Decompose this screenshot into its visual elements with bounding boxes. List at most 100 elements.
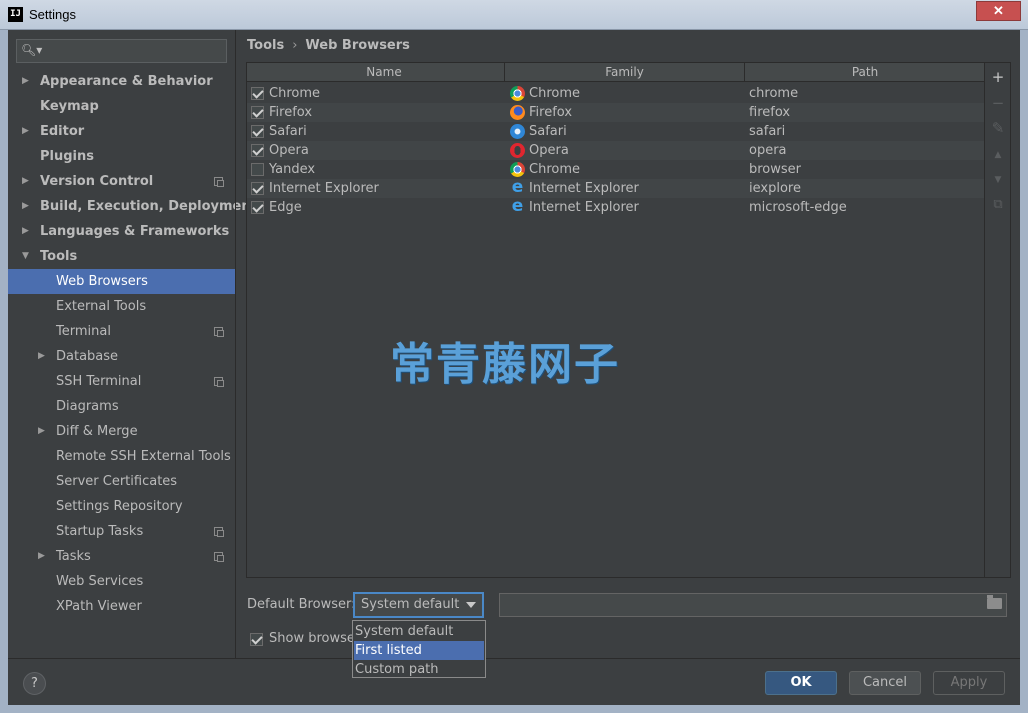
expand-right-icon[interactable]: ▶ <box>22 194 29 219</box>
sidebar-item-build-execution-deployment[interactable]: ▶ Build, Execution, Deployment <box>8 194 257 219</box>
browser-family-cell[interactable]: Firefox <box>529 103 572 122</box>
sidebar-item-ssh-terminal[interactable]: SSH Terminal <box>8 369 235 394</box>
browser-path-cell[interactable]: firefox <box>749 103 790 122</box>
browser-active-checkbox[interactable] <box>251 182 264 195</box>
table-row[interactable]: Opera Opera opera <box>247 141 985 160</box>
remove-browser-icon[interactable]: − <box>985 91 1011 115</box>
panel-splitter[interactable] <box>235 30 236 658</box>
chevron-down-icon <box>466 602 476 608</box>
sidebar-item-external-tools[interactable]: External Tools <box>8 294 235 319</box>
title-bar: IJ Settings ✕ <box>0 0 1028 30</box>
sidebar-item-languages-frameworks[interactable]: ▶ Languages & Frameworks <box>8 219 235 244</box>
browser-active-checkbox[interactable] <box>251 201 264 214</box>
browser-name-cell[interactable]: Safari <box>269 122 307 141</box>
browser-active-checkbox[interactable] <box>251 163 264 176</box>
default-browser-select[interactable]: System default <box>353 592 484 618</box>
table-row[interactable]: Chrome Chrome chrome <box>247 84 985 103</box>
cancel-button[interactable]: Cancel <box>849 671 921 695</box>
breadcrumb: Tools › Web Browsers <box>247 38 410 53</box>
browser-active-checkbox[interactable] <box>251 144 264 157</box>
browser-family-cell[interactable]: Chrome <box>529 84 580 103</box>
sidebar-item-tools[interactable]: ▼ Tools <box>8 244 235 269</box>
sidebar-item-web-services[interactable]: Web Services <box>8 569 235 594</box>
sidebar-item-label: Remote SSH External Tools <box>56 449 231 464</box>
move-down-icon[interactable]: ▼ <box>985 168 1011 192</box>
sidebar-item-database[interactable]: ▶ Database <box>8 344 235 369</box>
column-header-path[interactable]: Path <box>745 63 985 82</box>
browser-name-cell[interactable]: Yandex <box>269 160 315 179</box>
browser-name-cell[interactable]: Edge <box>269 198 302 217</box>
sidebar-item-settings-repository[interactable]: Settings Repository <box>8 494 235 519</box>
table-row[interactable]: Firefox Firefox firefox <box>247 103 985 122</box>
sidebar-item-keymap[interactable]: Keymap <box>8 94 235 119</box>
expand-right-icon[interactable]: ▶ <box>22 169 29 194</box>
sidebar-item-diff-merge[interactable]: ▶ Diff & Merge <box>8 419 235 444</box>
folder-icon[interactable] <box>987 595 1002 609</box>
expand-right-icon[interactable]: ▶ <box>22 219 29 244</box>
browser-family-cell[interactable]: Internet Explorer <box>529 179 639 198</box>
sidebar-item-diagrams[interactable]: Diagrams <box>8 394 235 419</box>
edit-browser-icon[interactable]: ✎ <box>985 116 1011 140</box>
add-browser-icon[interactable]: + <box>985 65 1011 89</box>
sidebar-item-xpath-viewer[interactable]: XPath Viewer <box>8 594 235 619</box>
browser-family-cell[interactable]: Safari <box>529 122 567 141</box>
checkbox-icon[interactable] <box>250 633 263 646</box>
browser-path-cell[interactable]: browser <box>749 160 801 179</box>
browser-family-cell[interactable]: Opera <box>529 141 569 160</box>
browser-active-checkbox[interactable] <box>251 87 264 100</box>
expand-right-icon[interactable]: ▶ <box>38 419 45 444</box>
breadcrumb-separator: › <box>292 38 298 53</box>
sidebar-item-remote-ssh-external-tools[interactable]: Remote SSH External Tools <box>8 444 235 469</box>
column-header-name[interactable]: Name <box>264 63 505 82</box>
close-window-button[interactable]: ✕ <box>976 1 1021 21</box>
copy-browser-icon[interactable]: ⧉ <box>985 193 1011 217</box>
table-row[interactable]: Internet Explorer e Internet Explorer iexpl… <box>247 179 985 198</box>
project-level-icon <box>214 377 224 387</box>
window-title: Settings <box>29 7 76 22</box>
dropdown-option[interactable]: System default <box>354 622 484 641</box>
expand-right-icon[interactable]: ▶ <box>38 544 45 569</box>
browser-name-cell[interactable]: Internet Explorer <box>269 179 379 198</box>
help-button[interactable]: ? <box>23 672 46 695</box>
dropdown-option[interactable]: First listed <box>354 641 484 660</box>
sidebar-item-startup-tasks[interactable]: Startup Tasks <box>8 519 235 544</box>
browser-name-cell[interactable]: Firefox <box>269 103 312 122</box>
sidebar-item-terminal[interactable]: Terminal <box>8 319 235 344</box>
sidebar-item-plugins[interactable]: Plugins <box>8 144 235 169</box>
browser-path-field[interactable] <box>499 593 1007 617</box>
sidebar-item-editor[interactable]: ▶ Editor <box>8 119 235 144</box>
sidebar-item-appearance-behavior[interactable]: ▶ Appearance & Behavior <box>8 69 235 94</box>
sidebar-item-web-browsers[interactable]: Web Browsers <box>8 269 235 294</box>
sidebar-item-label: SSH Terminal <box>56 374 142 389</box>
move-up-icon[interactable]: ▲ <box>985 143 1011 167</box>
browser-active-checkbox[interactable] <box>251 106 264 119</box>
settings-search-input[interactable]: 🔍︎▾ <box>16 39 227 63</box>
apply-button[interactable]: Apply <box>933 671 1005 695</box>
sidebar-item-tasks[interactable]: ▶ Tasks <box>8 544 235 569</box>
browser-path-cell[interactable]: opera <box>749 141 787 160</box>
table-row[interactable]: Edge e Internet Explorer microsoft-edge <box>247 198 985 217</box>
browser-family-cell[interactable]: Internet Explorer <box>529 198 639 217</box>
table-row[interactable]: Yandex Chrome browser <box>247 160 985 179</box>
browser-path-cell[interactable]: iexplore <box>749 179 801 198</box>
browser-active-checkbox[interactable] <box>251 125 264 138</box>
sidebar-item-label: Startup Tasks <box>56 524 144 539</box>
sidebar-item-version-control[interactable]: ▶ Version Control <box>8 169 235 194</box>
browser-name-cell[interactable]: Opera <box>269 141 309 160</box>
browser-path-cell[interactable]: safari <box>749 122 785 141</box>
browser-name-cell[interactable]: Chrome <box>269 84 320 103</box>
ok-button[interactable]: OK <box>765 671 837 695</box>
expand-right-icon[interactable]: ▶ <box>38 344 45 369</box>
browser-family-cell[interactable]: Chrome <box>529 160 580 179</box>
browser-path-cell[interactable]: chrome <box>749 84 798 103</box>
browser-path-cell[interactable]: microsoft-edge <box>749 198 847 217</box>
expand-down-icon[interactable]: ▼ <box>22 244 29 269</box>
column-header-family[interactable]: Family <box>505 63 745 82</box>
dropdown-option[interactable]: Custom path <box>354 660 484 679</box>
settings-tree: ▶ Appearance & Behavior Keymap ▶ Editor Plugi… <box>8 69 257 619</box>
table-row[interactable]: Safari Safari safari <box>247 122 985 141</box>
sidebar-item-server-certificates[interactable]: Server Certificates <box>8 469 235 494</box>
safari-icon <box>510 124 525 139</box>
expand-right-icon[interactable]: ▶ <box>22 69 29 94</box>
expand-right-icon[interactable]: ▶ <box>22 119 29 144</box>
